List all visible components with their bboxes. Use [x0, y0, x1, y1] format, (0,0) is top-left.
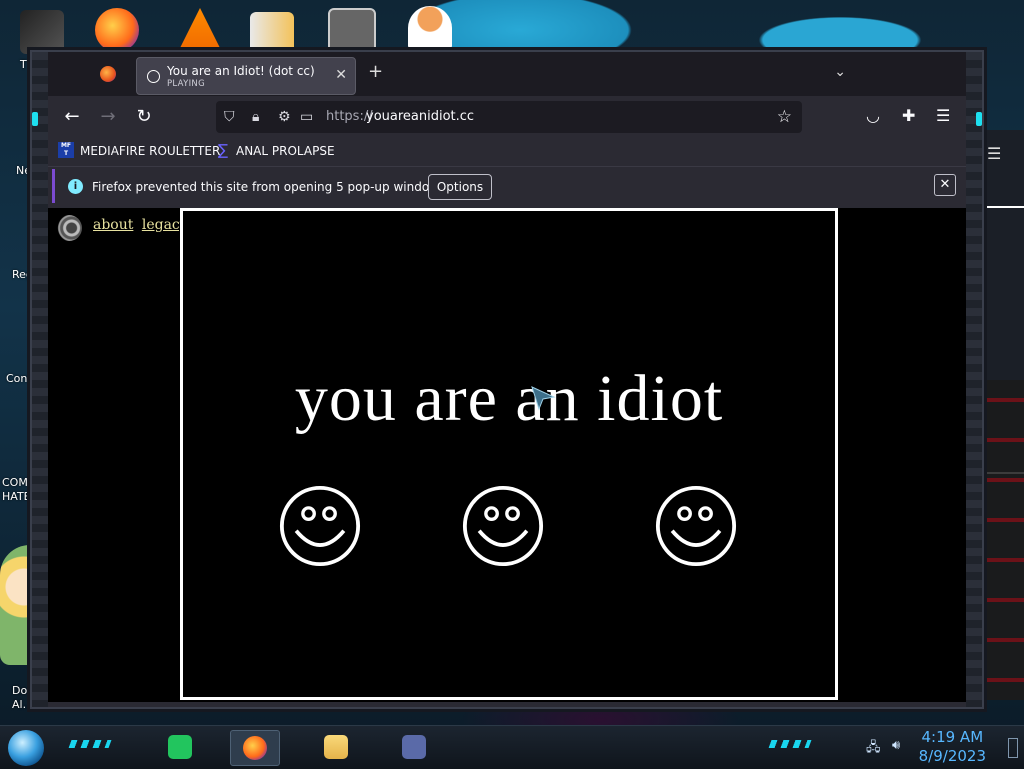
about-link[interactable]: about	[93, 217, 133, 233]
network-icon-label: Ne	[16, 164, 31, 177]
clock-time: 4:19 AM	[921, 728, 984, 746]
reload-icon[interactable]: ↻	[132, 106, 156, 127]
bookmarks-toolbar: MF T MEDIAFIRE ROULETTER ∑ ANAL PROLAPSE	[48, 138, 966, 166]
chevron-down-icon[interactable]: ⌄	[834, 64, 846, 80]
frame-accent	[976, 112, 982, 126]
firefox-view-icon[interactable]	[100, 66, 116, 82]
options-button[interactable]: Options	[428, 174, 492, 200]
info-icon: i	[68, 179, 83, 194]
window-frame-left	[32, 52, 48, 707]
tab-strip: You are an Idiot! (dot cc) PLAYING ✕ + ⌄	[48, 52, 966, 96]
taskbar-notes-app[interactable]	[156, 730, 204, 764]
lock-icon[interactable]: 🔒︎	[252, 109, 259, 125]
hamburger-menu-icon[interactable]: ☰	[936, 106, 950, 125]
bookmark-mediafire-rouletter[interactable]: MEDIAFIRE ROULETTER	[80, 144, 220, 158]
comm-icon-label: COMM HATE	[2, 476, 38, 503]
mediafire-icon: MF T	[58, 142, 74, 158]
permissions-icon[interactable]: ⚙︎	[278, 109, 291, 125]
new-tab-icon[interactable]: +	[368, 61, 383, 82]
show-desktop-button[interactable]	[1008, 738, 1018, 758]
idiot-popup: you are an idiot	[180, 208, 838, 700]
frame-accent	[32, 112, 38, 126]
smiley-icon	[655, 485, 737, 567]
t-icon[interactable]	[20, 10, 64, 54]
neon-decoration	[980, 380, 1024, 700]
url-host: youareanidiot.cc	[366, 109, 475, 124]
taskbar-decoration	[68, 740, 112, 748]
smiley-favicon-icon	[147, 70, 160, 83]
taskbar-window-app[interactable]	[390, 730, 438, 764]
t-icon-label: T	[20, 58, 27, 71]
pocket-icon[interactable]: ◡	[866, 106, 880, 125]
smiley-icon	[462, 485, 544, 567]
maze-icon[interactable]	[328, 8, 376, 56]
forward-icon[interactable]: →	[96, 106, 120, 127]
taskbar-clock[interactable]: 4:19 AM 8/9/2023	[919, 728, 986, 766]
shield-icon[interactable]: ⛉	[224, 109, 235, 125]
start-button[interactable]	[8, 730, 44, 766]
taskbar-explorer-app[interactable]	[312, 730, 360, 764]
firefox-icon	[243, 736, 267, 760]
menu-icon[interactable]: ☰	[987, 144, 1001, 163]
popup-blocked-notification: i Firefox prevented this site from openi…	[48, 166, 966, 207]
tab-active[interactable]: You are an Idiot! (dot cc) PLAYING ✕	[136, 57, 356, 95]
network-tray-icon[interactable]: 🖧︎	[866, 738, 881, 760]
window-app-icon	[402, 735, 426, 759]
notification-text: Firefox prevented this site from opening…	[92, 180, 450, 194]
tab-playing-label: PLAYING	[167, 79, 205, 89]
browser-window: You are an Idiot! (dot cc) PLAYING ✕ + ⌄…	[30, 50, 984, 709]
extensions-icon[interactable]: ✚	[902, 106, 915, 125]
mouse-cursor-icon	[531, 386, 556, 411]
close-notification-icon[interactable]: ✕	[934, 174, 956, 196]
speaker-icon[interactable]	[56, 215, 82, 241]
window-frame-right	[966, 52, 982, 707]
volume-tray-icon[interactable]: 🔊︎	[892, 738, 900, 753]
smiley-icon	[279, 485, 361, 567]
bookmark-anal-prolapse[interactable]: ANAL PROLAPSE	[236, 144, 335, 158]
folder-icon	[324, 735, 348, 759]
notes-icon	[168, 735, 192, 759]
bookmark-star-icon[interactable]: ☆	[777, 107, 792, 127]
close-tab-icon[interactable]: ✕	[335, 67, 347, 83]
sigma-icon: ∑	[218, 141, 229, 159]
firefox-icon[interactable]	[95, 8, 139, 52]
taskbar-decoration	[768, 740, 812, 748]
doctor-icon[interactable]	[408, 6, 452, 50]
headline: you are an idiot	[294, 362, 724, 435]
navigation-toolbar: ← → ↻ ⛉ 🔒︎ ⚙︎ ▭ https:// youareanidiot.c…	[48, 96, 966, 138]
autoplay-icon[interactable]: ▭	[300, 109, 313, 125]
clock-date: 8/9/2023	[918, 747, 986, 765]
back-icon[interactable]: ←	[60, 106, 84, 127]
taskbar: 🖧︎ 🔊︎ 4:19 AM 8/9/2023	[0, 725, 1024, 769]
url-bar[interactable]: ⛉ 🔒︎ ⚙︎ ▭ https:// youareanidiot.cc ☆	[216, 101, 802, 133]
page-content: about legacy safe you are an idiot	[48, 208, 966, 702]
tab-title: You are an Idiot! (dot cc)	[167, 64, 315, 78]
notification-accent	[52, 169, 55, 203]
taskbar-firefox-app[interactable]	[230, 730, 280, 766]
